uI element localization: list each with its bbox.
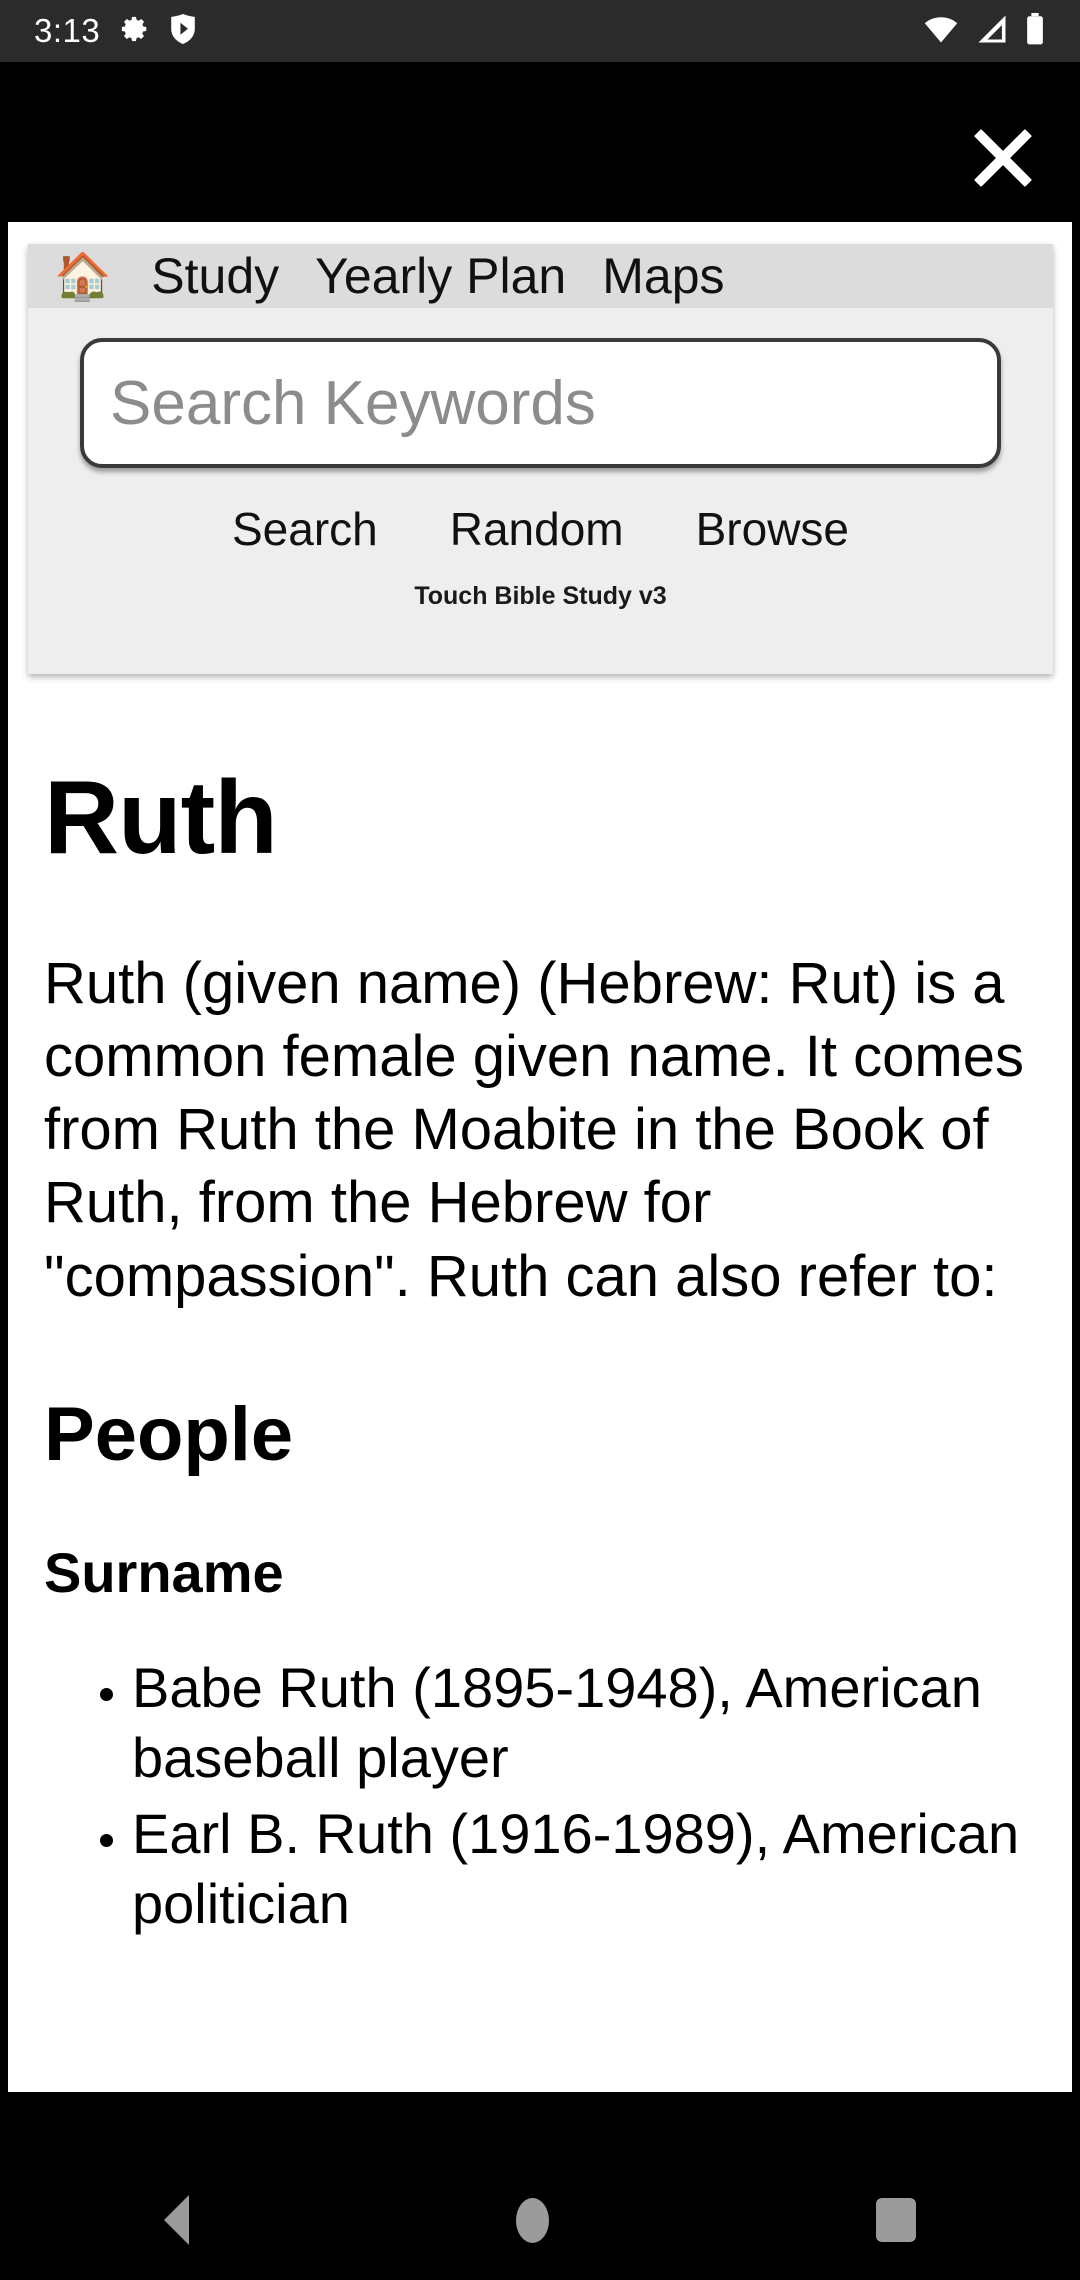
battery-icon xyxy=(1024,12,1046,50)
cellular-signal-icon xyxy=(974,14,1010,49)
section-heading-people: People xyxy=(44,1391,294,1477)
site-nav-bar: 🏠 Study Yearly Plan Maps xyxy=(28,244,1053,308)
nav-link-study[interactable]: Study xyxy=(151,247,279,305)
list-item[interactable]: Earl B. Ruth (1916-1989), American polit… xyxy=(132,1799,1036,1939)
people-list: Babe Ruth (1895-1948), American baseball… xyxy=(44,1653,1036,1939)
search-input[interactable] xyxy=(110,367,971,439)
subsection-heading-surname: Surname xyxy=(44,1540,284,1604)
app-version-label: Touch Bible Study v3 xyxy=(414,582,667,610)
play-protect-icon xyxy=(170,13,196,49)
scrollbar-edge[interactable] xyxy=(1072,222,1080,2092)
wifi-icon xyxy=(922,14,960,49)
close-icon[interactable] xyxy=(970,125,1036,191)
status-bar: 3:13 xyxy=(0,0,1080,62)
overlay-top-bar xyxy=(8,94,1072,222)
web-page: 🏠 Study Yearly Plan Maps Search Random B… xyxy=(8,222,1072,2092)
search-box[interactable] xyxy=(80,338,1001,468)
gear-icon xyxy=(120,14,150,49)
back-button-icon[interactable] xyxy=(163,2195,189,2245)
browse-button[interactable]: Browse xyxy=(696,502,849,556)
home-icon[interactable]: 🏠 xyxy=(54,253,111,299)
nav-link-maps[interactable]: Maps xyxy=(602,247,724,305)
list-item[interactable]: Babe Ruth (1895-1948), American baseball… xyxy=(132,1653,1036,1793)
article-lead-paragraph: Ruth (given name) (Hebrew: Rut) is a com… xyxy=(44,951,1024,1309)
site-header-card: 🏠 Study Yearly Plan Maps Search Random B… xyxy=(28,244,1053,674)
home-button-icon[interactable] xyxy=(515,2197,549,2243)
search-area xyxy=(28,308,1053,468)
recents-button-icon[interactable] xyxy=(876,2198,917,2242)
search-button[interactable]: Search xyxy=(232,502,378,556)
status-bar-left: 3:13 xyxy=(34,12,196,50)
status-bar-clock: 3:13 xyxy=(34,12,101,49)
system-navigation-bar xyxy=(0,2160,1080,2280)
status-bar-right xyxy=(922,12,1046,50)
page-title: Ruth xyxy=(44,760,278,876)
search-actions: Search Random Browse xyxy=(28,502,1053,556)
random-button[interactable]: Random xyxy=(450,502,624,556)
article-content: Ruth Ruth (given name) (Hebrew: Rut) is … xyxy=(8,698,1072,1945)
nav-link-yearly-plan[interactable]: Yearly Plan xyxy=(315,247,566,305)
